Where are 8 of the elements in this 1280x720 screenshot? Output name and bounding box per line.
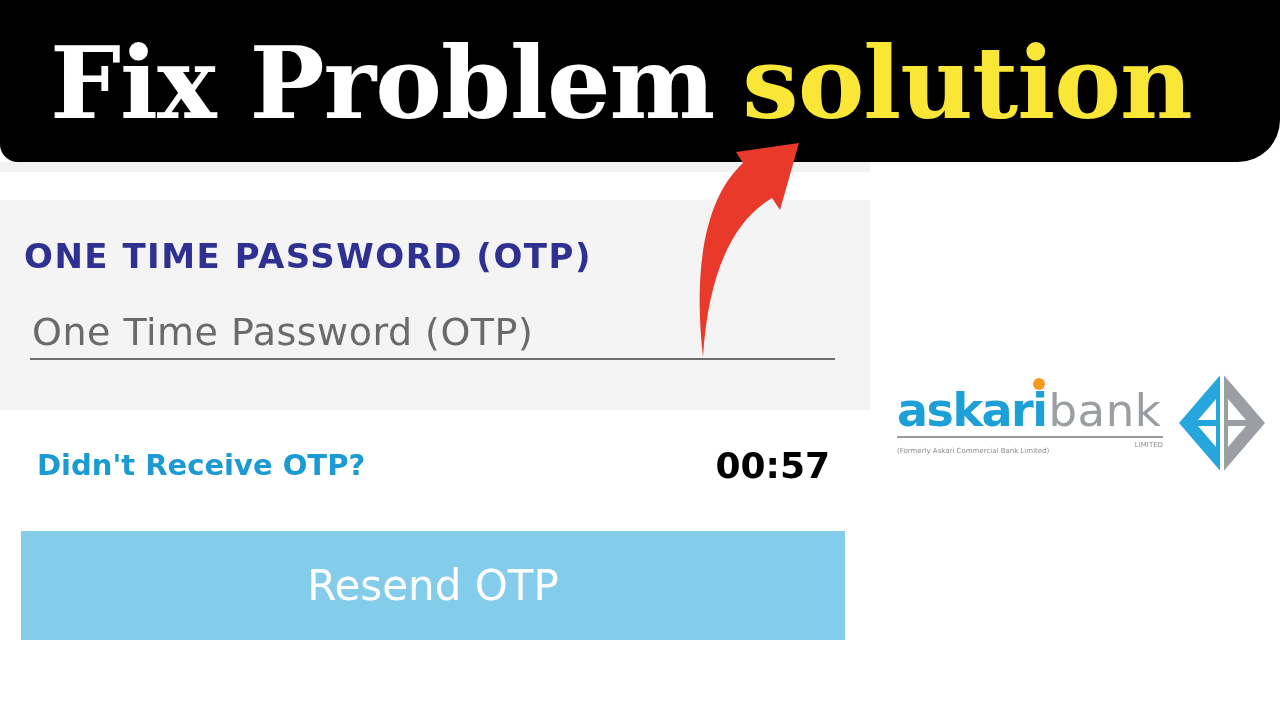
banner-title: Fix Problem solution bbox=[50, 24, 1192, 138]
logo-name-bold: askari bbox=[897, 390, 1047, 431]
countdown-timer: 00:57 bbox=[715, 444, 830, 486]
resend-prompt: Didn't Receive OTP? bbox=[37, 448, 366, 482]
logo-name-light: bank bbox=[1048, 391, 1162, 431]
diamond-logo-icon bbox=[1179, 373, 1265, 473]
sun-dot-icon bbox=[1032, 377, 1045, 390]
field-label: ONE TIME PASSWORD (OTP) bbox=[24, 236, 593, 276]
